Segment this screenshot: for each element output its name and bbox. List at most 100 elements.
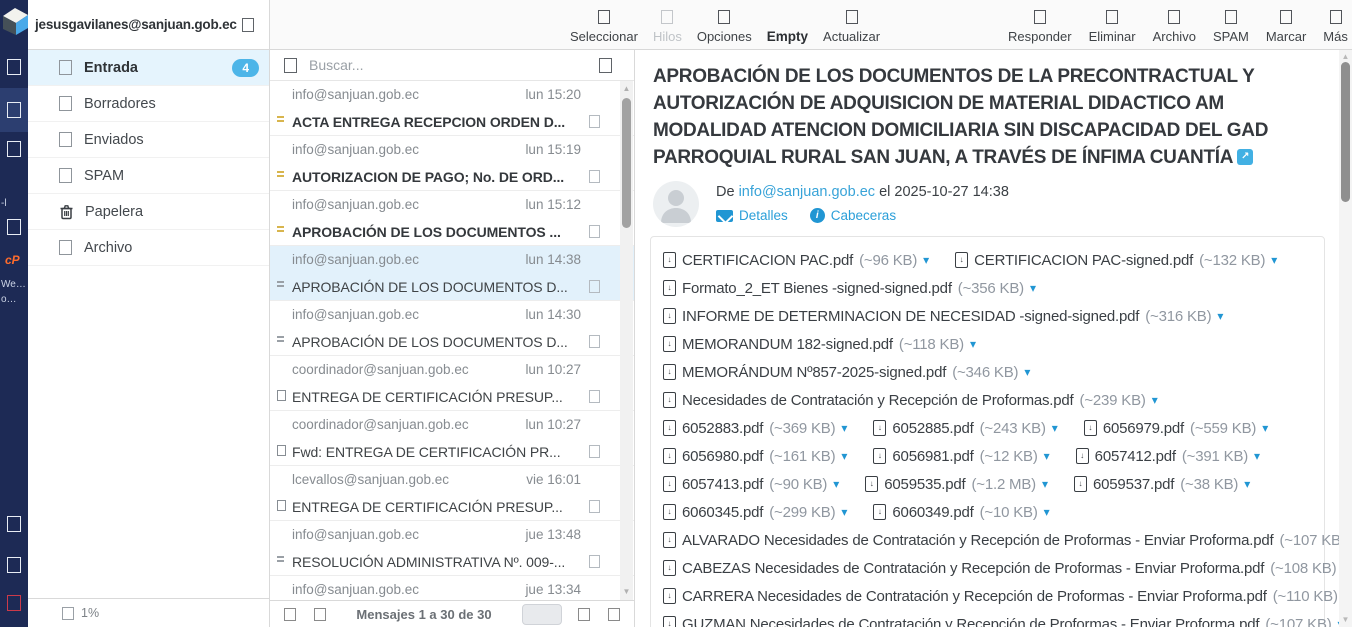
message-row[interactable]: info@sanjuan.gob.ecjue 13:48 RESOLUCIÓN … <box>270 521 634 576</box>
select-checkbox[interactable] <box>589 170 600 183</box>
rail-about-icon[interactable] <box>7 557 21 573</box>
attachment-menu-icon[interactable] <box>1052 421 1058 435</box>
attachment-menu-icon[interactable] <box>1254 449 1260 463</box>
attachment-menu-icon[interactable] <box>1044 449 1050 463</box>
attachment[interactable]: 6052883.pdf(~369 KB) <box>663 420 847 437</box>
select-checkbox[interactable] <box>589 115 600 128</box>
message-row[interactable]: info@sanjuan.gob.eclun 15:19 AUTORIZACIO… <box>270 136 634 191</box>
sidebar-item-entrada[interactable]: Entrada 4 <box>28 50 269 86</box>
attachment[interactable]: GUZMAN Necesidades de Contratación y Rec… <box>663 616 1344 627</box>
select-checkbox[interactable] <box>589 390 600 403</box>
attachment[interactable]: 6060349.pdf(~10 KB) <box>873 504 1049 521</box>
select-checkbox[interactable] <box>589 280 600 293</box>
logout-icon[interactable] <box>7 595 21 611</box>
select-checkbox[interactable] <box>589 500 600 513</box>
message-row[interactable]: coordinador@sanjuan.gob.eclun 10:27 ENTR… <box>270 356 634 411</box>
message-row-selected[interactable]: info@sanjuan.gob.eclun 14:38 APROBACIÓN … <box>270 246 634 301</box>
message-row[interactable]: info@sanjuan.gob.ecjue 13:34 <box>270 576 634 600</box>
empty-button[interactable]: Empty <box>767 29 808 44</box>
attachment-menu-icon[interactable] <box>923 253 929 267</box>
scroll-down-icon[interactable]: ▼ <box>1339 614 1352 626</box>
attachment[interactable]: 6060345.pdf(~299 KB) <box>663 504 847 521</box>
next-page-icon[interactable] <box>578 608 590 621</box>
details-link[interactable]: Detalles <box>716 208 788 223</box>
attachment-menu-icon[interactable] <box>833 477 839 491</box>
list-scrollbar[interactable]: ▲ ▼ <box>620 81 633 600</box>
prev-page-icon[interactable] <box>314 608 326 621</box>
sidebar-item-papelera[interactable]: Papelera <box>28 194 269 230</box>
reply-button[interactable]: Responder <box>1008 10 1072 44</box>
attachment[interactable]: 6052885.pdf(~243 KB) <box>873 420 1057 437</box>
attachment[interactable]: ALVARADO Necesidades de Contratación y R… <box>663 532 1352 549</box>
scroll-down-icon[interactable]: ▼ <box>620 586 633 598</box>
message-row[interactable]: info@sanjuan.gob.eclun 15:12 APROBACIÓN … <box>270 191 634 246</box>
attachment[interactable]: 6057413.pdf(~90 KB) <box>663 476 839 493</box>
select-checkbox[interactable] <box>589 225 600 238</box>
message-row[interactable]: coordinador@sanjuan.gob.eclun 10:27 Fwd:… <box>270 411 634 466</box>
rail-settings-icon[interactable] <box>7 219 21 235</box>
attachment[interactable]: Formato_2_ET Bienes -signed-signed.pdf(~… <box>663 280 1036 297</box>
list-scrollbar-thumb[interactable] <box>622 98 631 228</box>
attachment[interactable]: 6059535.pdf(~1.2 MB) <box>865 476 1048 493</box>
select-button[interactable]: Seleccionar <box>570 10 638 44</box>
attachment-menu-icon[interactable] <box>1042 477 1048 491</box>
attachment-menu-icon[interactable] <box>841 421 847 435</box>
attachment[interactable]: MEMORÁNDUM Nº857-2025-signed.pdf(~346 KB… <box>663 364 1030 381</box>
attachment[interactable]: 6059537.pdf(~38 KB) <box>1074 476 1250 493</box>
more-button[interactable]: Más <box>1323 10 1348 44</box>
select-checkbox[interactable] <box>589 445 600 458</box>
attachment-menu-icon[interactable] <box>970 337 976 351</box>
attachment[interactable]: CERTIFICACION PAC-signed.pdf(~132 KB) <box>955 252 1277 269</box>
search-input[interactable] <box>307 56 589 74</box>
attachment[interactable]: 6056980.pdf(~161 KB) <box>663 448 847 465</box>
scroll-up-icon[interactable]: ▲ <box>620 83 633 95</box>
search-options-icon[interactable] <box>599 58 612 73</box>
attachment[interactable]: MEMORANDUM 182-signed.pdf(~118 KB) <box>663 336 976 353</box>
attachment-menu-icon[interactable] <box>1152 393 1158 407</box>
attachment-menu-icon[interactable] <box>1044 505 1050 519</box>
attachment-menu-icon[interactable] <box>1271 253 1277 267</box>
attachment-menu-icon[interactable] <box>1024 365 1030 379</box>
select-checkbox[interactable] <box>589 555 600 568</box>
rail-help-icon[interactable] <box>7 516 21 532</box>
attachment[interactable]: CARRERA Necesidades de Contratación y Re… <box>663 588 1350 605</box>
headers-link[interactable]: Cabeceras <box>810 208 896 223</box>
account-menu-icon[interactable] <box>242 18 254 32</box>
archive-button[interactable]: Archivo <box>1153 10 1196 44</box>
message-row[interactable]: info@sanjuan.gob.eclun 14:30 APROBACIÓN … <box>270 301 634 356</box>
attachment-menu-icon[interactable] <box>1262 421 1268 435</box>
attachment-menu-icon[interactable] <box>1244 477 1250 491</box>
rail-contacts-icon[interactable] <box>7 141 21 157</box>
last-page-icon[interactable] <box>608 608 620 621</box>
spam-button[interactable]: SPAM <box>1213 10 1249 44</box>
first-page-icon[interactable] <box>284 608 296 621</box>
attachment[interactable]: CERTIFICACION PAC.pdf(~96 KB) <box>663 252 929 269</box>
sidebar-item-enviados[interactable]: Enviados <box>28 122 269 158</box>
message-row[interactable]: info@sanjuan.gob.eclun 15:20 ACTA ENTREG… <box>270 81 634 136</box>
reader-scrollbar[interactable]: ▲ ▼ <box>1339 50 1352 627</box>
delete-button[interactable]: Eliminar <box>1089 10 1136 44</box>
attachment[interactable]: 6056979.pdf(~559 KB) <box>1084 420 1268 437</box>
page-input[interactable] <box>522 604 562 625</box>
sidebar-item-archivo[interactable]: Archivo <box>28 230 269 266</box>
rail-mail-icon[interactable] <box>7 59 21 75</box>
message-row[interactable]: lcevallos@sanjuan.gob.ecvie 16:01 ENTREG… <box>270 466 634 521</box>
attachment[interactable]: INFORME DE DETERMINACION DE NECESIDAD -s… <box>663 308 1223 325</box>
open-in-new-window-icon[interactable] <box>1237 149 1253 165</box>
sender-email-link[interactable]: info@sanjuan.gob.ec <box>739 184 875 200</box>
sidebar-item-spam[interactable]: SPAM <box>28 158 269 194</box>
attachment-menu-icon[interactable] <box>1217 309 1223 323</box>
search-bar[interactable] <box>270 50 634 81</box>
reader-scrollbar-thumb[interactable] <box>1341 62 1350 202</box>
attachment[interactable]: 6057412.pdf(~391 KB) <box>1076 448 1260 465</box>
attachment-menu-icon[interactable] <box>841 505 847 519</box>
sidebar-item-borradores[interactable]: Borradores <box>28 86 269 122</box>
attachment[interactable]: Necesidades de Contratación y Recepción … <box>663 392 1158 409</box>
mark-button[interactable]: Marcar <box>1266 10 1306 44</box>
cpanel-logo[interactable]: cP <box>5 253 20 267</box>
account-header[interactable]: jesusgavilanes@sanjuan.gob.ec <box>28 0 269 50</box>
attachment[interactable]: CABEZAS Necesidades de Contratación y Re… <box>663 560 1348 577</box>
attachment-menu-icon[interactable] <box>841 449 847 463</box>
attachment-menu-icon[interactable] <box>1030 281 1036 295</box>
refresh-button[interactable]: Actualizar <box>823 10 880 44</box>
